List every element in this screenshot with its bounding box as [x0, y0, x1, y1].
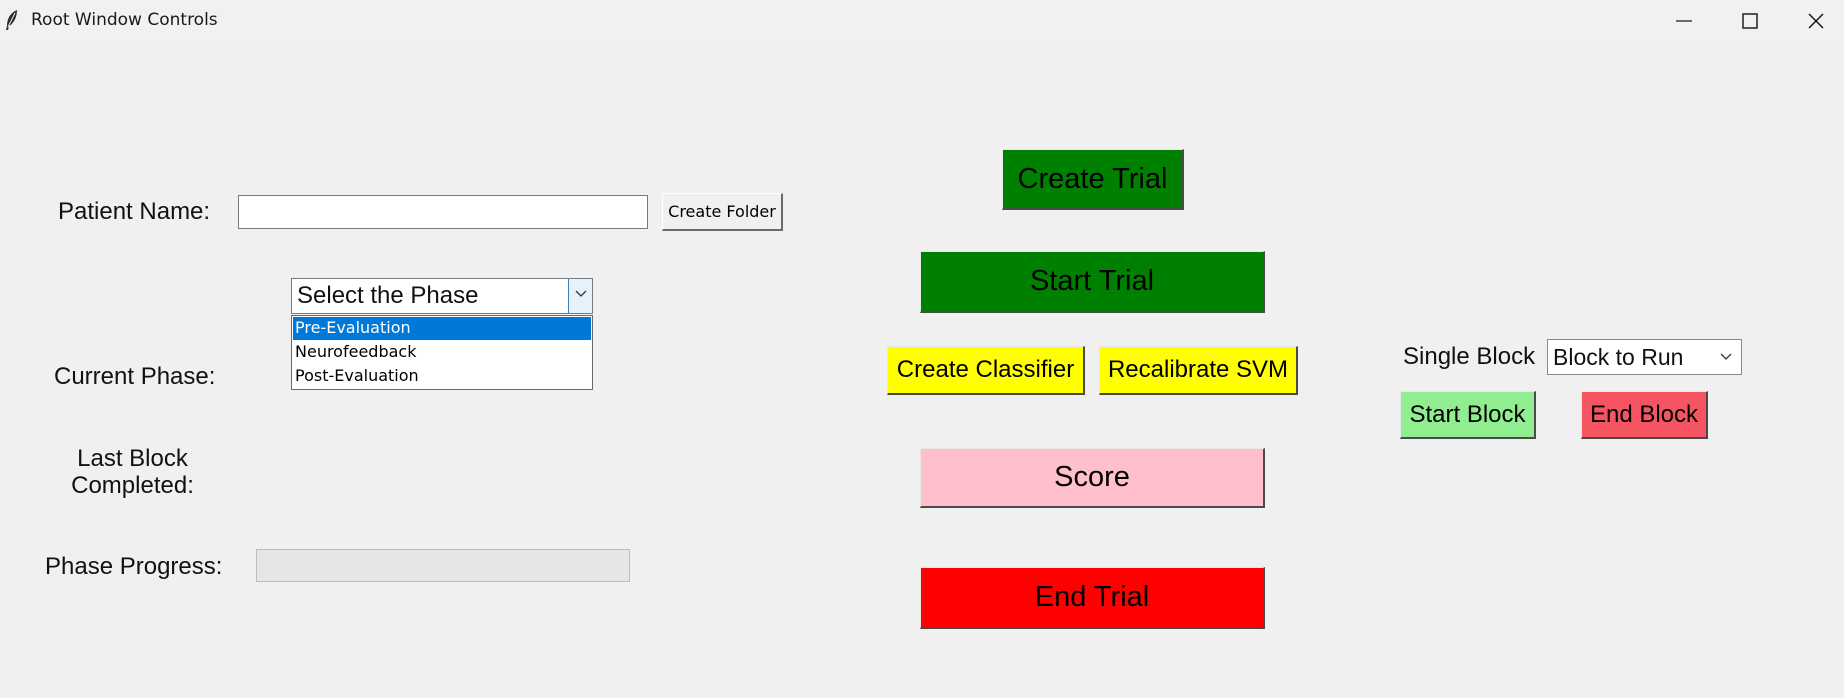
- phase-progress-label: Phase Progress:: [45, 553, 223, 580]
- phase-dropdown-arrow[interactable]: [568, 279, 592, 313]
- last-block-label: Last Block Completed:: [60, 445, 205, 499]
- phase-combobox-value: Select the Phase: [297, 282, 479, 309]
- score-button[interactable]: Score: [920, 448, 1265, 508]
- current-phase-label: Current Phase:: [54, 363, 216, 390]
- create-trial-button[interactable]: Create Trial: [1002, 149, 1184, 210]
- maximize-button[interactable]: [1716, 0, 1782, 40]
- maximize-icon: [1742, 13, 1758, 29]
- minimize-icon: [1676, 20, 1692, 22]
- recalibrate-svm-button[interactable]: Recalibrate SVM: [1099, 346, 1298, 395]
- phase-progress-bar: [256, 549, 630, 582]
- block-to-run-value: Block to Run: [1553, 344, 1684, 370]
- last-block-label-line2: Completed:: [71, 472, 194, 499]
- block-to-run-combobox[interactable]: Block to Run: [1547, 339, 1742, 375]
- end-block-button[interactable]: End Block: [1581, 391, 1708, 439]
- patient-name-input[interactable]: [238, 195, 648, 229]
- close-icon: [1808, 13, 1824, 29]
- patient-name-label: Patient Name:: [58, 198, 211, 225]
- phase-combobox[interactable]: Select the Phase: [291, 278, 593, 314]
- phase-option-neurofeedback[interactable]: Neurofeedback: [293, 341, 591, 364]
- phase-option-post-evaluation[interactable]: Post-Evaluation: [293, 365, 591, 388]
- title-bar: Root Window Controls: [0, 0, 1844, 42]
- close-button[interactable]: [1782, 0, 1844, 40]
- window-title: Root Window Controls: [31, 10, 218, 30]
- minimize-button[interactable]: [1650, 0, 1716, 40]
- phase-dropdown-list[interactable]: Pre-Evaluation Neurofeedback Post-Evalua…: [291, 315, 593, 390]
- start-block-button[interactable]: Start Block: [1400, 391, 1536, 439]
- single-block-label: Single Block: [1403, 343, 1536, 370]
- create-folder-button[interactable]: Create Folder: [662, 193, 783, 231]
- feather-icon: [6, 10, 17, 30]
- last-block-label-line1: Last Block: [77, 445, 188, 472]
- chevron-down-icon: [1720, 353, 1732, 360]
- end-trial-button[interactable]: End Trial: [920, 567, 1265, 629]
- phase-option-pre-evaluation[interactable]: Pre-Evaluation: [293, 317, 591, 340]
- create-classifier-button[interactable]: Create Classifier: [887, 346, 1085, 395]
- start-trial-button[interactable]: Start Trial: [920, 251, 1265, 313]
- chevron-down-icon: [575, 290, 587, 297]
